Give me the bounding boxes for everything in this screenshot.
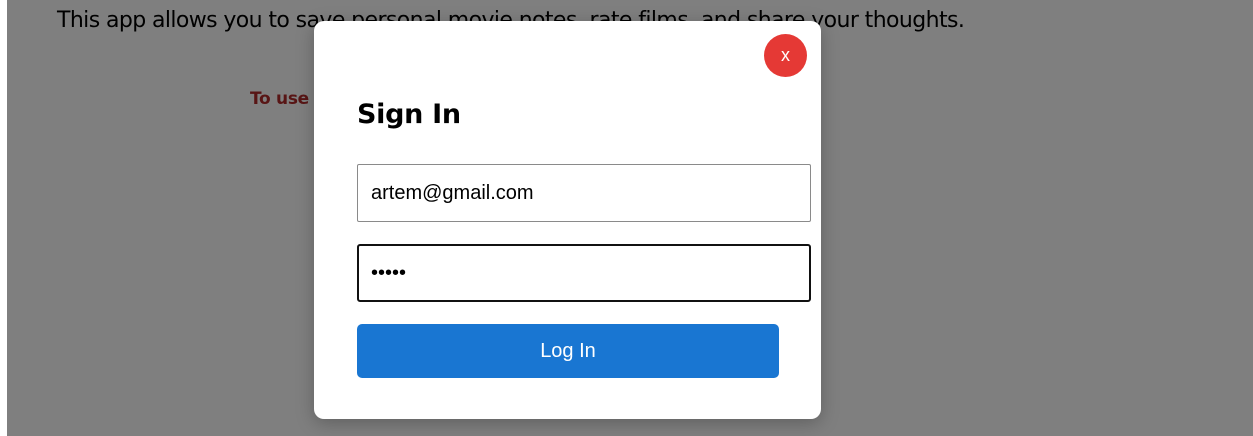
sign-in-modal: x Sign In Log In [314,21,821,419]
login-button[interactable]: Log In [357,324,779,378]
close-button[interactable]: x [764,34,807,77]
email-field[interactable] [357,164,811,222]
password-field[interactable] [357,244,811,302]
modal-title: Sign In [357,99,461,130]
